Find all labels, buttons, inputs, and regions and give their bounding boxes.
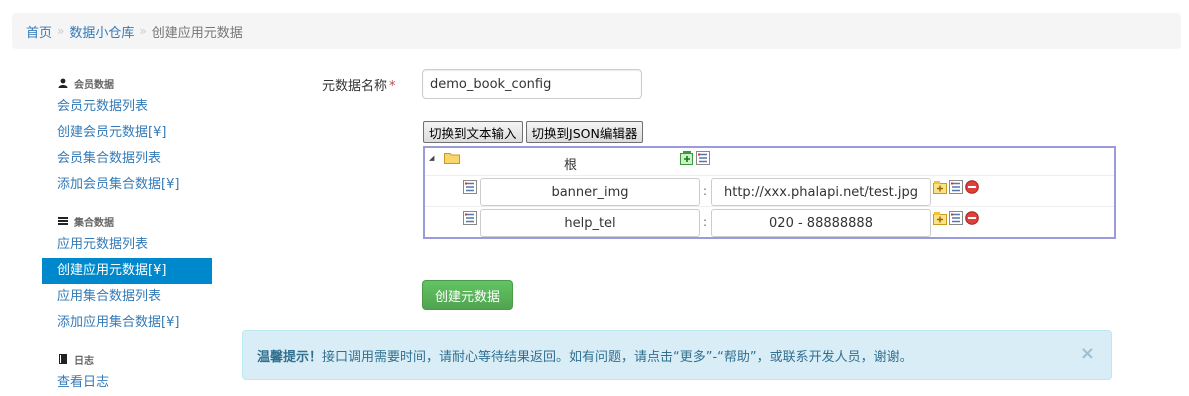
hdd-icon [58, 217, 68, 225]
switch-to-text-button[interactable]: 切换到文本输入 [423, 121, 523, 143]
nav-header-member: 会员数据 [42, 70, 212, 94]
remove-icon[interactable] [965, 211, 979, 225]
remove-icon[interactable] [965, 180, 979, 194]
json-value-input[interactable] [711, 178, 931, 206]
alert-text: 温馨提示！接口调用需要时间，请耐心等待结果返回。如有问题，请点击“更多”-“帮助… [257, 346, 913, 365]
collapse-triangle-icon[interactable]: ◢ [429, 154, 434, 162]
add-sibling-icon[interactable] [933, 180, 947, 194]
sidebar-item-add-member-collection[interactable]: 添加会员集合数据[¥] [42, 172, 212, 198]
breadcrumb-separator: » [57, 24, 65, 38]
meta-name-input[interactable] [422, 69, 642, 99]
user-icon [58, 78, 68, 88]
alert-message: 接口调用需要时间，请耐心等待结果返回。如有问题，请点击“更多”-“帮助”，或联系… [322, 349, 913, 365]
folder-icon [444, 153, 460, 164]
create-meta-button[interactable]: 创建元数据 [422, 280, 514, 310]
alert-title: 温馨提示！ [257, 349, 323, 365]
sidebar-item-app-collection-list[interactable]: 应用集合数据列表 [42, 284, 212, 310]
breadcrumb: 首页 » 数据小仓库 » 创建应用元数据 [12, 13, 1181, 49]
sidebar-item-app-meta-list[interactable]: 应用元数据列表 [42, 232, 212, 258]
json-value-input[interactable] [711, 209, 931, 237]
sidebar-item-member-collection-list[interactable]: 会员集合数据列表 [42, 146, 212, 172]
nav-header-collection: 集合数据 [42, 208, 212, 232]
sidebar-item-member-meta-list[interactable]: 会员元数据列表 [42, 94, 212, 120]
json-colon: : [703, 184, 708, 198]
switch-to-json-button[interactable]: 切换到JSON编辑器 [525, 121, 644, 143]
sidebar-item-add-app-collection[interactable]: 添加应用集合数据[¥] [42, 310, 212, 336]
required-mark: * [389, 79, 396, 94]
sidebar-item-create-member-meta[interactable]: 创建会员元数据[¥] [42, 120, 212, 146]
nav-header-label: 日志 [74, 355, 94, 367]
json-row: : [425, 208, 1114, 238]
breadcrumb-current: 创建应用元数据 [151, 25, 243, 41]
type-select-icon[interactable] [949, 211, 963, 225]
sidebar-item-view-log[interactable]: 查看日志 [42, 370, 212, 396]
nav-header-log: 日志 [42, 346, 212, 370]
type-select-icon[interactable] [463, 211, 477, 225]
json-key-input[interactable] [480, 178, 700, 206]
type-select-icon[interactable] [949, 180, 963, 194]
add-sibling-icon[interactable] [933, 211, 947, 225]
info-alert: 温馨提示！接口调用需要时间，请耐心等待结果返回。如有问题，请点击“更多”-“帮助… [242, 330, 1112, 380]
sidebar-nav: 会员数据 会员元数据列表 创建会员元数据[¥] 会员集合数据列表 添加会员集合数… [42, 70, 212, 396]
sidebar-item-create-app-meta[interactable]: 创建应用元数据[¥] [42, 258, 212, 284]
json-editor: ◢ 根 : [423, 146, 1116, 239]
meta-name-label: 元数据名称 * [322, 75, 396, 94]
editor-mode-switch: 切换到文本输入 切换到JSON编辑器 [423, 121, 644, 143]
breadcrumb-separator: » [139, 24, 147, 38]
json-row: : [425, 177, 1114, 207]
meta-name-label-text: 元数据名称 [322, 79, 388, 94]
book-icon [59, 354, 67, 364]
breadcrumb-warehouse[interactable]: 数据小仓库 [69, 22, 134, 41]
type-select-icon[interactable] [463, 180, 477, 194]
close-icon[interactable]: × [1080, 343, 1095, 364]
nav-header-label: 会员数据 [74, 79, 114, 91]
add-child-icon[interactable] [680, 151, 694, 165]
json-root-label: 根 [564, 158, 578, 173]
breadcrumb-home[interactable]: 首页 [26, 22, 52, 41]
json-colon: : [703, 215, 708, 229]
type-select-icon[interactable] [696, 151, 710, 165]
json-root-row: ◢ 根 [425, 148, 1114, 176]
nav-header-label: 集合数据 [74, 217, 114, 229]
json-key-input[interactable] [480, 209, 700, 237]
